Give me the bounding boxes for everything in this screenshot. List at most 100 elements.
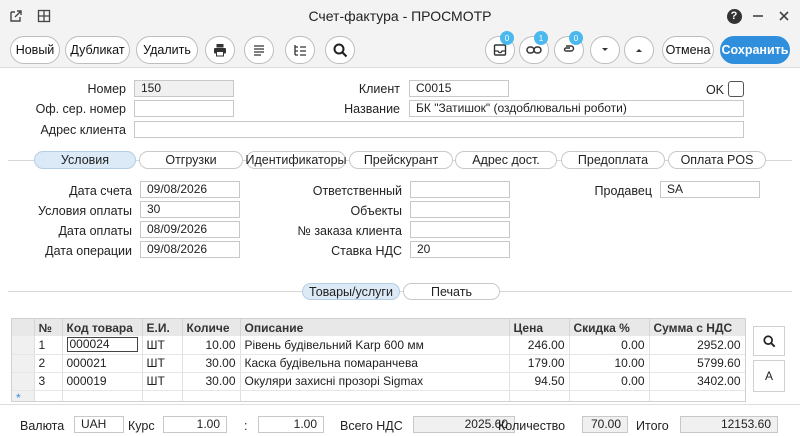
- cell-unit[interactable]: ШТ: [142, 372, 183, 391]
- client-field[interactable]: C0015: [409, 80, 509, 97]
- list-tree-button[interactable]: [285, 36, 315, 64]
- row-indicator[interactable]: [12, 354, 35, 373]
- new-cell[interactable]: [509, 390, 570, 401]
- payment-date-field[interactable]: 08/09/2026: [140, 221, 240, 238]
- cell-price[interactable]: 94.50: [509, 372, 570, 391]
- number-field[interactable]: 150: [134, 80, 234, 97]
- cell-discount[interactable]: 10.00: [569, 354, 650, 373]
- new-row-marker[interactable]: *: [12, 390, 35, 401]
- total-field: 12153.60: [680, 416, 778, 433]
- new-cell[interactable]: [569, 390, 650, 401]
- table-row[interactable]: 1 000024 ШТ 10.00 Рівень будівельний Kar…: [12, 336, 745, 355]
- cell-discount[interactable]: 0.00: [569, 372, 650, 391]
- tab-shipments[interactable]: Отгрузки: [139, 151, 243, 169]
- tab-delivery-address[interactable]: Адрес дост.: [455, 151, 557, 169]
- cell-code[interactable]: 000019: [62, 372, 143, 391]
- col-header-total[interactable]: Сумма с НДС: [649, 319, 745, 336]
- cell-total[interactable]: 3402.00: [649, 372, 745, 391]
- cell-price[interactable]: 246.00: [509, 336, 570, 355]
- currency-field[interactable]: UAH: [74, 416, 124, 433]
- tab-goods-services[interactable]: Товары/услуги: [302, 283, 400, 300]
- move-down-button[interactable]: [590, 36, 620, 64]
- cell-total[interactable]: 5799.60: [649, 354, 745, 373]
- help-glyph: ?: [726, 8, 742, 24]
- name-field[interactable]: БК "Затишок" (оздоблювальні роботи): [409, 100, 744, 117]
- cell-code[interactable]: 000024: [62, 336, 143, 355]
- duplicate-button[interactable]: Дубликат: [65, 36, 130, 64]
- move-up-button[interactable]: [624, 36, 654, 64]
- col-header-discount[interactable]: Скидка %: [569, 319, 650, 336]
- help-icon[interactable]: ?: [724, 6, 744, 26]
- print-button[interactable]: [205, 36, 235, 64]
- cell-number[interactable]: 3: [34, 372, 63, 391]
- cell-description[interactable]: Каска будівельна помаранчева: [240, 354, 510, 373]
- cell-discount[interactable]: 0.00: [569, 336, 650, 355]
- col-header-unit[interactable]: Е.И.: [142, 319, 183, 336]
- row-indicator[interactable]: [12, 336, 35, 355]
- table-row[interactable]: 3 000019 ШТ 30.00 Окуляри захисні прозор…: [12, 372, 745, 391]
- cell-unit[interactable]: ШТ: [142, 336, 183, 355]
- close-icon[interactable]: [774, 6, 794, 26]
- grid-indicator-header: [12, 319, 35, 336]
- serial-field[interactable]: [134, 100, 234, 117]
- col-header-description[interactable]: Описание: [240, 319, 510, 336]
- invoice-date-field[interactable]: 09/08/2026: [140, 181, 240, 198]
- rate-field-2[interactable]: 1.00: [258, 416, 324, 433]
- cancel-button[interactable]: Отмена: [662, 36, 714, 64]
- cell-number[interactable]: 1: [34, 336, 63, 355]
- cell-description[interactable]: Окуляри захисні прозорі Sigmax: [240, 372, 510, 391]
- cell-code[interactable]: 000021: [62, 354, 143, 373]
- tab-pos-payment[interactable]: Оплата POS: [668, 151, 766, 169]
- new-button[interactable]: Новый: [10, 36, 60, 64]
- invoice-date-label: Дата счета: [69, 184, 132, 198]
- ok-checkbox[interactable]: [728, 81, 744, 97]
- operation-date-field[interactable]: 09/08/2026: [140, 241, 240, 258]
- cell-code-editor[interactable]: 000024: [66, 337, 138, 353]
- new-cell[interactable]: [649, 390, 745, 401]
- delete-button[interactable]: Удалить: [136, 36, 198, 64]
- col-header-number[interactable]: №: [34, 319, 63, 336]
- cell-unit[interactable]: ШТ: [142, 354, 183, 373]
- cell-number[interactable]: 2: [34, 354, 63, 373]
- responsible-field[interactable]: [410, 181, 510, 198]
- payment-terms-field[interactable]: 30: [140, 201, 240, 218]
- tab-price-list[interactable]: Прейскурант: [349, 151, 453, 169]
- col-header-price[interactable]: Цена: [509, 319, 570, 336]
- new-cell[interactable]: [240, 390, 510, 401]
- new-cell[interactable]: [142, 390, 183, 401]
- cell-quantity[interactable]: 10.00: [182, 336, 241, 355]
- col-header-quantity[interactable]: Количе: [182, 319, 241, 336]
- order-number-field[interactable]: [410, 221, 510, 238]
- tab-print[interactable]: Печать: [403, 283, 500, 300]
- new-cell[interactable]: [34, 390, 63, 401]
- cell-total[interactable]: 2952.00: [649, 336, 745, 355]
- cell-description[interactable]: Рівень будівельний Karp 600 мм: [240, 336, 510, 355]
- total-label: Итого: [636, 419, 669, 433]
- search-button[interactable]: [325, 36, 355, 64]
- objects-field[interactable]: [410, 201, 510, 218]
- new-cell[interactable]: [182, 390, 241, 401]
- rate-field[interactable]: 1.00: [163, 416, 227, 433]
- grid-search-button[interactable]: [753, 326, 785, 356]
- rate-label: Курс: [128, 419, 155, 433]
- address-field[interactable]: [134, 121, 744, 138]
- items-grid: № Код товара Е.И. Количе Описание Цена С…: [11, 318, 746, 402]
- minimize-icon[interactable]: [748, 6, 768, 26]
- cell-quantity[interactable]: 30.00: [182, 354, 241, 373]
- grid-a-button[interactable]: A: [753, 360, 785, 392]
- vat-rate-field[interactable]: 20: [410, 241, 510, 258]
- new-cell[interactable]: [62, 390, 143, 401]
- row-indicator[interactable]: [12, 372, 35, 391]
- quantity-field: 70.00: [582, 416, 628, 433]
- save-button[interactable]: Сохранить: [720, 36, 790, 64]
- cell-quantity[interactable]: 30.00: [182, 372, 241, 391]
- new-row[interactable]: *: [12, 390, 745, 401]
- align-button[interactable]: [244, 36, 274, 64]
- col-header-code[interactable]: Код товара: [62, 319, 143, 336]
- table-row[interactable]: 2 000021 ШТ 30.00 Каска будівельна помар…: [12, 354, 745, 373]
- seller-field[interactable]: SA: [660, 181, 760, 198]
- tab-conditions[interactable]: Условия: [34, 151, 136, 169]
- cell-price[interactable]: 179.00: [509, 354, 570, 373]
- tab-identifiers[interactable]: Идентификаторы: [246, 151, 347, 169]
- tab-prepayment[interactable]: Предоплата: [561, 151, 665, 169]
